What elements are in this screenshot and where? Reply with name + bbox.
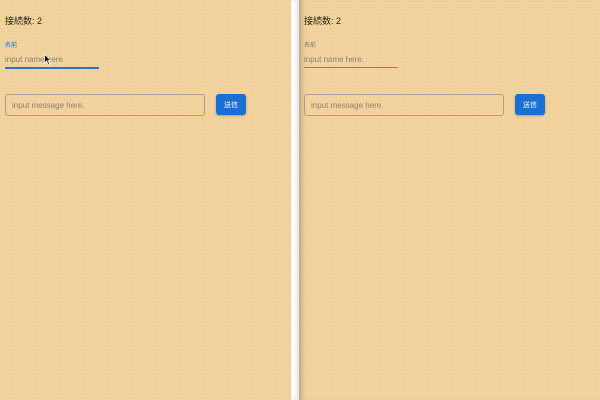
name-field[interactable]: 名前 [304,43,398,69]
name-underline [5,67,99,69]
name-field[interactable]: 名前 [5,43,99,69]
name-input[interactable] [304,52,398,66]
chat-window-right: 接続数: 2 名前 送信 [299,0,600,400]
name-underline [304,67,398,68]
send-button[interactable]: 送信 [515,94,545,115]
screen: 接続数: 2 名前 送信 接続数: 2 名前 送信 [0,0,600,400]
arrow-cursor-icon [44,54,52,65]
send-button[interactable]: 送信 [216,94,246,115]
name-label: 名前 [5,43,18,49]
message-input[interactable] [5,94,205,116]
connection-count: 接続数: 2 [304,16,342,26]
chat-window-left: 接続数: 2 名前 送信 [0,0,291,400]
name-input[interactable] [5,52,99,66]
window-divider [291,0,299,400]
message-input[interactable] [304,94,504,116]
connection-count: 接続数: 2 [5,16,43,26]
name-label: 名前 [304,43,317,49]
